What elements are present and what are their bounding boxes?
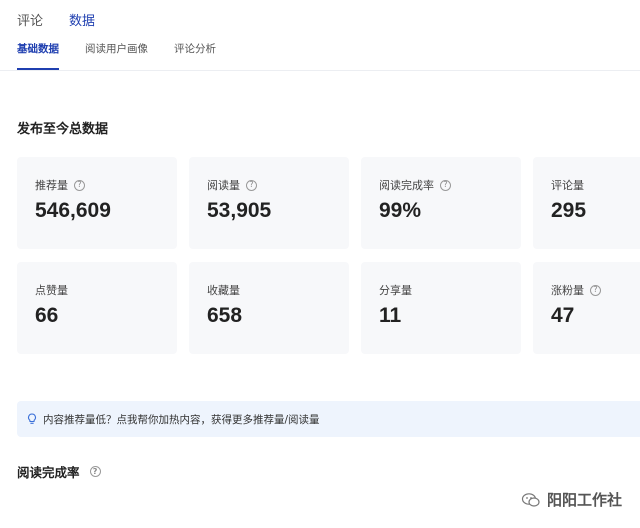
lightbulb-icon: [27, 413, 37, 424]
tab-comments[interactable]: 评论: [17, 10, 43, 29]
promote-tip-bar[interactable]: 内容推荐量低？点我帮你加热内容，获得更多推荐量/阅读量: [17, 401, 640, 437]
stat-value: 53,905: [207, 199, 272, 222]
stat-card-new-followers: 涨粉量? 47: [533, 262, 640, 354]
stat-value: 546,609: [35, 199, 111, 222]
stat-label: 阅读量: [207, 179, 240, 192]
top-tabs: 评论 数据: [17, 10, 95, 29]
stat-label: 分享量: [379, 284, 412, 297]
tabs-divider: [0, 70, 640, 71]
wechat-icon: [521, 492, 540, 507]
stat-card-shares: 分享量 11: [361, 262, 521, 354]
subtab-reader-profile[interactable]: 阅读用户画像: [85, 41, 148, 70]
stat-card-likes: 点赞量 66: [17, 262, 177, 354]
stat-card-comments: 评论量 295: [533, 157, 640, 249]
stat-value: 66: [35, 304, 59, 327]
stat-value: 11: [379, 304, 402, 327]
stat-label: 阅读完成率: [379, 179, 434, 192]
stat-label: 点赞量: [35, 284, 68, 297]
stat-value: 658: [207, 304, 243, 327]
help-icon[interactable]: ?: [89, 466, 101, 477]
promote-tip-text: 内容推荐量低？点我帮你加热内容，获得更多推荐量/阅读量: [43, 413, 320, 426]
help-icon[interactable]: ?: [590, 284, 601, 296]
help-icon[interactable]: ?: [74, 179, 85, 191]
watermark-text: 阳阳工作社: [546, 491, 622, 509]
section2-label: 阅读完成率: [17, 465, 80, 480]
subtab-comment-analysis[interactable]: 评论分析: [174, 41, 216, 70]
stat-value: 47: [551, 304, 575, 327]
stat-card-reads: 阅读量? 53,905: [189, 157, 349, 249]
stat-value: 99%: [379, 199, 422, 222]
stat-label: 收藏量: [207, 284, 240, 297]
stat-card-favorites: 收藏量 658: [189, 262, 349, 354]
sub-tabs: 基础数据 阅读用户画像 评论分析: [17, 41, 242, 70]
stat-card-read-completion: 阅读完成率? 99%: [361, 157, 521, 249]
subtab-basic-data[interactable]: 基础数据: [17, 41, 59, 70]
read-completion-section-title: 阅读完成率 ?: [17, 462, 101, 481]
stat-label: 评论量: [551, 179, 584, 192]
stat-label: 推荐量: [35, 179, 68, 192]
tab-data[interactable]: 数据: [69, 10, 95, 29]
help-icon[interactable]: ?: [440, 179, 451, 191]
stat-card-recommend: 推荐量? 546,609: [17, 157, 177, 249]
watermark: 阳阳工作社: [521, 489, 622, 510]
stat-label: 涨粉量: [551, 284, 584, 297]
section-title: 发布至今总数据: [17, 122, 109, 137]
stat-value: 295: [551, 199, 587, 222]
help-icon[interactable]: ?: [246, 179, 257, 191]
